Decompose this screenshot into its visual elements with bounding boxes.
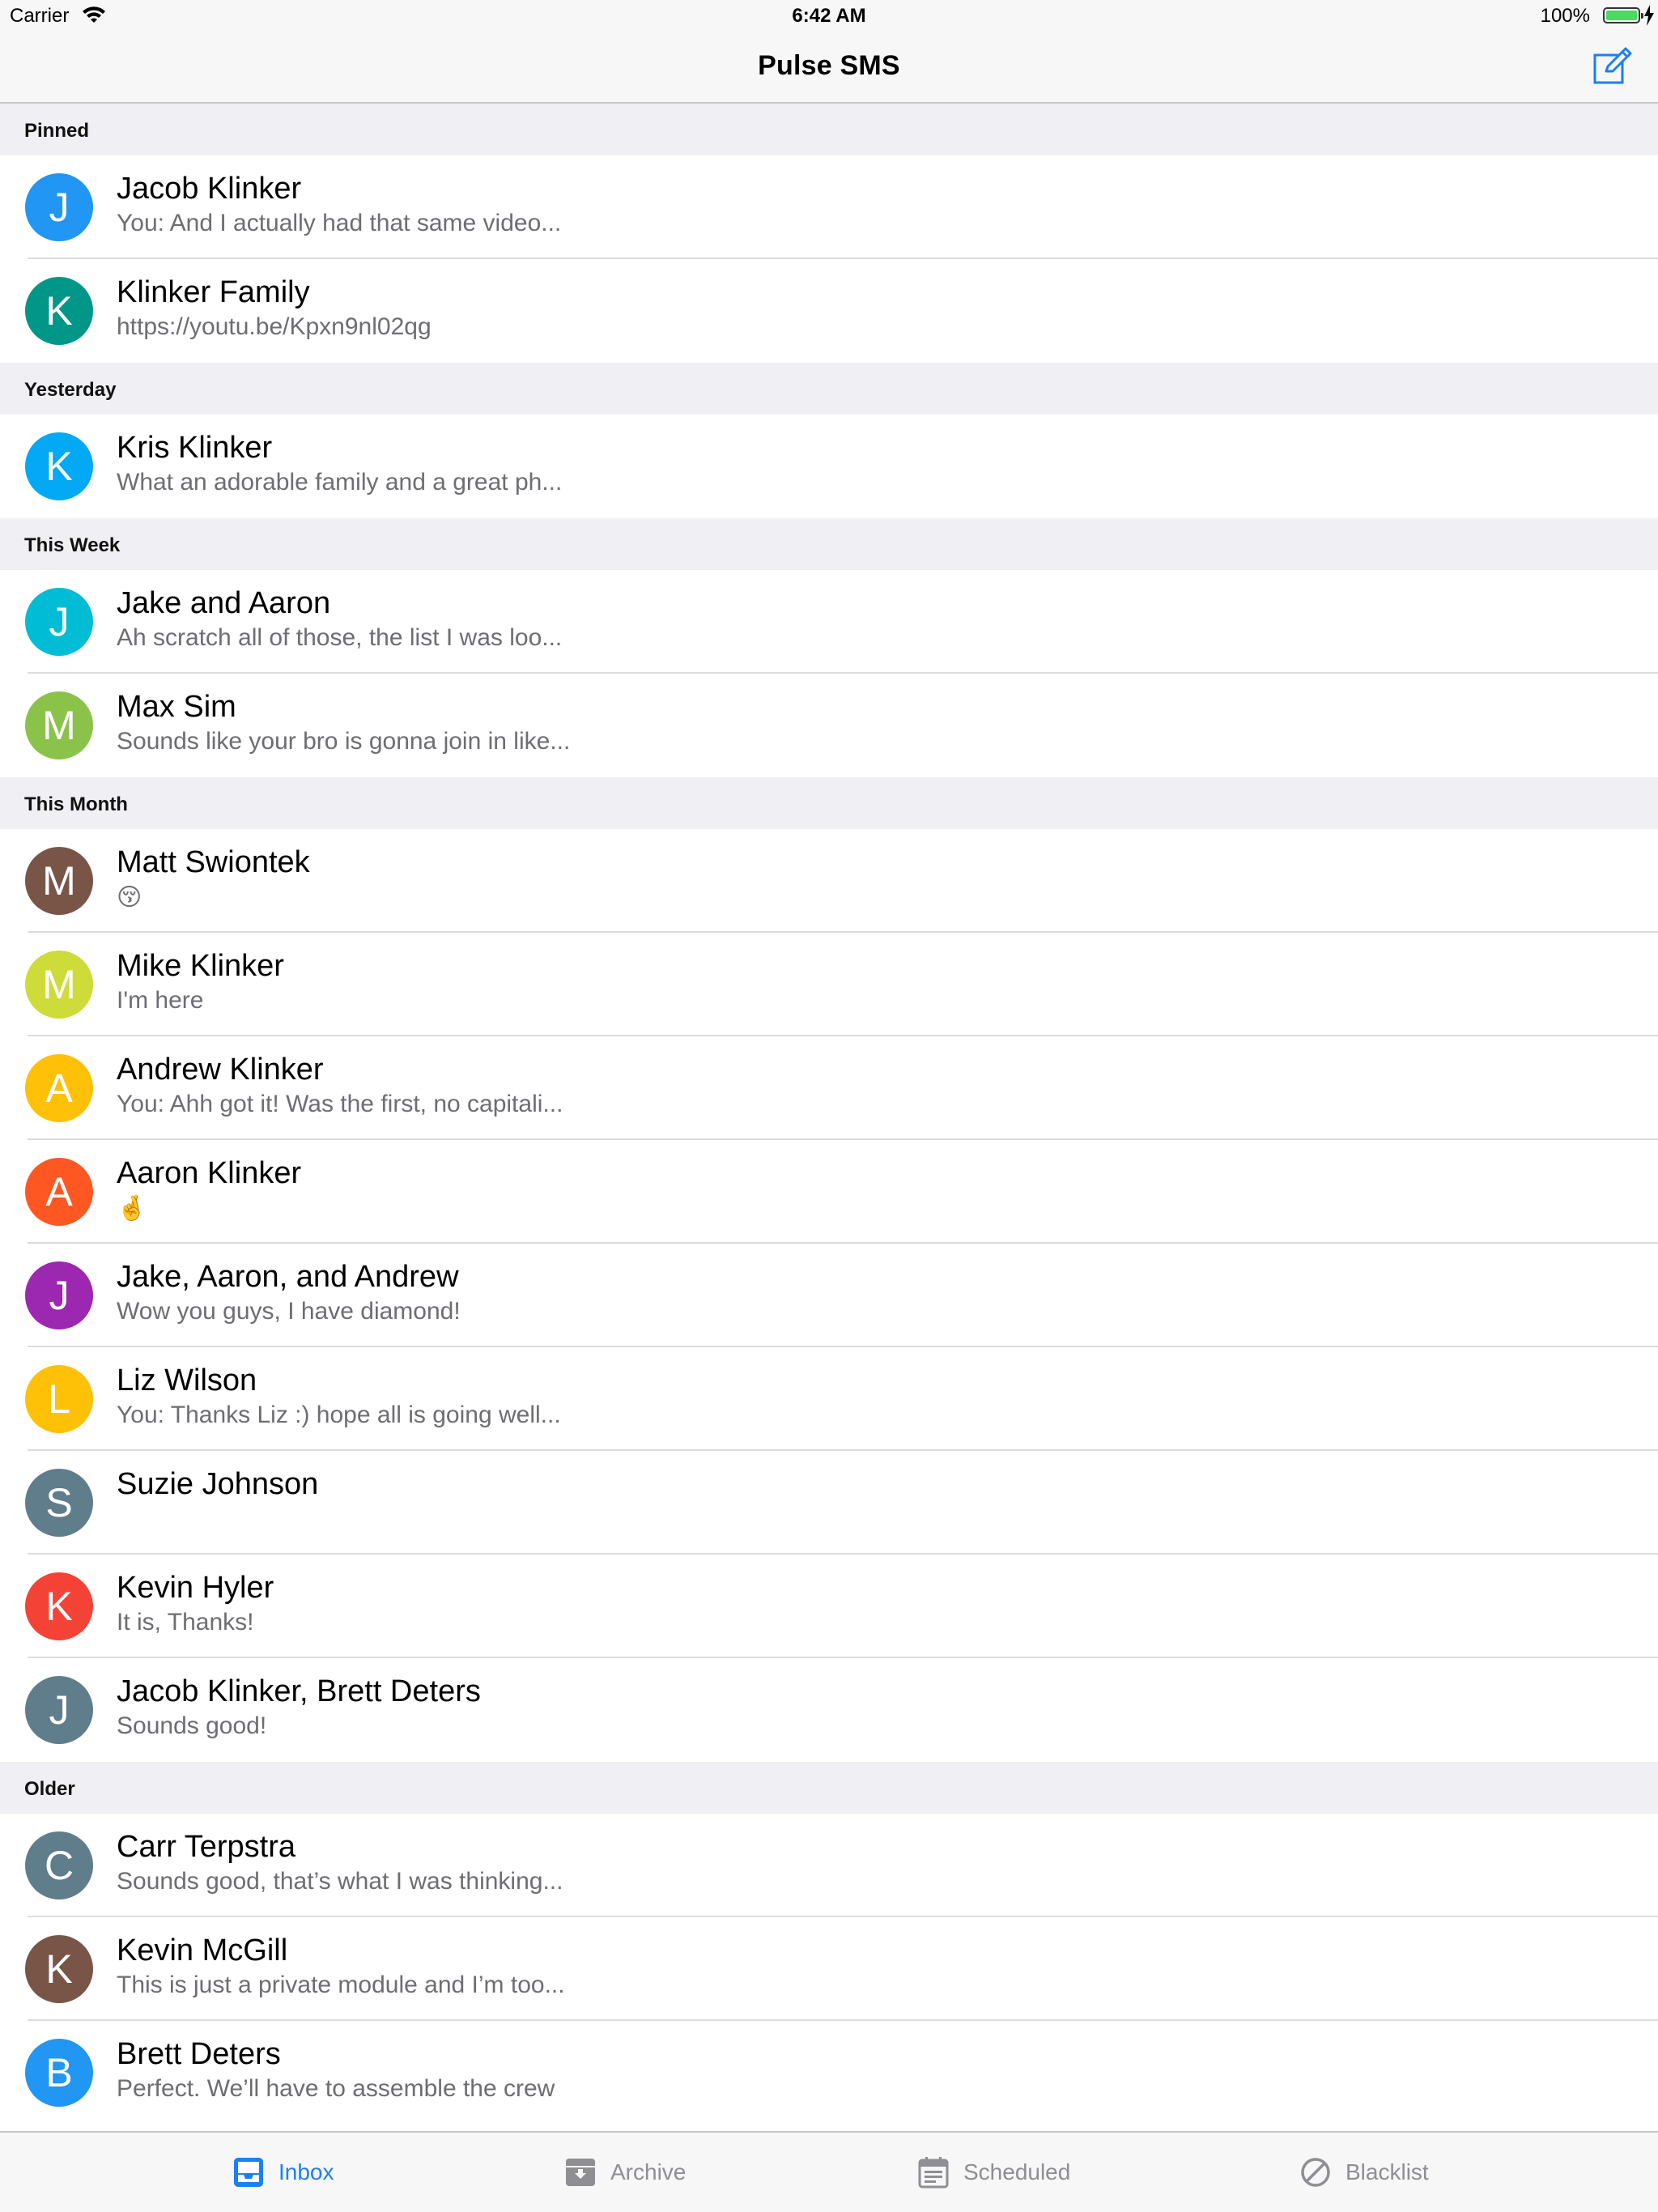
page-title: Pulse SMS [758, 50, 900, 81]
avatar: K [25, 432, 93, 500]
contact-name: Mike Klinker [117, 949, 284, 983]
avatar: M [25, 691, 93, 759]
tab-label-blacklist: Blacklist [1346, 2159, 1429, 2184]
tab-label-archive: Archive [610, 2159, 687, 2184]
conversation-row[interactable]: K Klinker Family https://youtu.be/Kpxn9nl0… [0, 259, 1658, 363]
contact-name: Max Sim [117, 690, 236, 724]
conversation-row[interactable]: J Jake, Aaron, and Andrew Wow you guys, I … [0, 1244, 1658, 1347]
contact-name: Andrew Klinker [117, 1053, 324, 1087]
contact-name: Jacob Klinker [117, 172, 302, 206]
contact-name: Jake and Aaron [117, 586, 331, 620]
tab-scheduled[interactable]: Scheduled [916, 2133, 1070, 2212]
conversation-row[interactable]: K Kevin McGill This is just a private modu… [0, 1917, 1658, 2021]
conversation-row[interactable]: K Kevin Hyler It is, Thanks! [0, 1555, 1658, 1658]
tab-inbox[interactable]: Inbox [232, 2133, 334, 2212]
conversation-row[interactable]: A Aaron Klinker 🤞 [0, 1140, 1658, 1244]
conversation-list[interactable]: Pinned J Jacob Klinker You: And I actually … [0, 104, 1658, 2125]
contact-name: Liz Wilson [117, 1363, 257, 1397]
section-title: Older [24, 1778, 75, 1800]
contact-name: Carr Terpstra [117, 1830, 296, 1864]
avatar: K [25, 1935, 93, 2003]
charging-icon [1644, 5, 1654, 26]
contact-name: Aaron Klinker [117, 1156, 302, 1190]
message-snippet: Perfect. We’ll have to assemble the crew [117, 2075, 555, 2102]
avatar: J [25, 173, 93, 241]
inbox-icon [234, 2158, 263, 2187]
contact-name: Brett Deters [117, 2037, 281, 2071]
avatar: K [25, 277, 93, 345]
conversation-row[interactable]: M Max Sim Sounds like your bro is gonna jo… [0, 674, 1658, 777]
contact-name: Suzie Johnson [117, 1467, 319, 1501]
contact-name: Klinker Family [117, 275, 310, 309]
conversation-row[interactable]: S Suzie Johnson [0, 1451, 1658, 1555]
message-snippet: Sounds good, that’s what I was thinking.… [117, 1868, 563, 1895]
message-snippet: https://youtu.be/Kpxn9nl02qg [117, 313, 432, 340]
conversation-row[interactable]: B Brett Deters Perfect. We’ll have to asse… [0, 2021, 1658, 2125]
section-title: This Month [24, 793, 128, 815]
message-snippet: I'm here [117, 987, 204, 1014]
tab-bar: Inbox Archive Scheduled Blacklist [0, 2131, 1658, 2212]
message-snippet: You: Thanks Liz :) hope all is going wel… [117, 1402, 561, 1428]
message-snippet: Sounds good! [117, 1712, 267, 1739]
message-snippet: This is just a private module and I’m to… [117, 1972, 565, 1998]
section-header: This Week [0, 518, 1658, 570]
contact-name: Kris Klinker [117, 431, 273, 465]
message-snippet: 🤞 [117, 1195, 147, 1222]
conversation-row[interactable]: M Mike Klinker I'm here [0, 933, 1658, 1036]
section-title: This Week [24, 534, 121, 556]
avatar: A [25, 1158, 93, 1226]
conversation-row[interactable]: J Jacob Klinker, Brett Deters Sounds good! [0, 1658, 1658, 1762]
tab-blacklist[interactable]: Blacklist [1299, 2133, 1429, 2212]
section-header: This Month [0, 777, 1658, 829]
message-snippet: Wow you guys, I have diamond! [117, 1298, 461, 1325]
status-bar: Carrier 6:42 AM 100% [0, 0, 1658, 32]
conversation-row[interactable]: J Jacob Klinker You: And I actually had th… [0, 155, 1658, 259]
message-snippet: You: And I actually had that same video.… [117, 210, 562, 236]
contact-name: Kevin Hyler [117, 1571, 274, 1605]
avatar: J [25, 1676, 93, 1744]
compose-icon[interactable] [1592, 45, 1634, 87]
avatar: M [25, 847, 93, 915]
status-time: 6:42 AM [792, 5, 866, 27]
contact-name: Kevin McGill [117, 1933, 288, 1967]
conversation-row[interactable]: M Matt Swiontek 😚 [0, 829, 1658, 933]
avatar: L [25, 1365, 93, 1433]
navigation-bar: Pulse SMS [0, 32, 1658, 104]
avatar: C [25, 1831, 93, 1899]
avatar: A [25, 1054, 93, 1122]
conversation-row[interactable]: K Kris Klinker What an adorable family and… [0, 415, 1658, 518]
battery-percent: 100% [1540, 5, 1590, 27]
contact-name: Matt Swiontek [117, 845, 310, 879]
conversation-row[interactable]: A Andrew Klinker You: Ahh got it! Was the … [0, 1036, 1658, 1140]
tab-label-inbox: Inbox [278, 2159, 334, 2184]
conversation-row[interactable]: C Carr Terpstra Sounds good, that’s what I… [0, 1814, 1658, 1917]
avatar: B [25, 2039, 93, 2107]
avatar: S [25, 1469, 93, 1537]
conversation-row[interactable]: L Liz Wilson You: Thanks Liz :) hope all i… [0, 1347, 1658, 1451]
section-title: Yesterday [24, 379, 117, 401]
message-snippet: Sounds like your bro is gonna join in li… [117, 728, 571, 755]
section-header: Pinned [0, 104, 1658, 155]
section-header: Older [0, 1762, 1658, 1814]
tab-archive[interactable]: Archive [563, 2133, 686, 2212]
avatar: K [25, 1572, 93, 1640]
conversation-row[interactable]: J Jake and Aaron Ah scratch all of those, … [0, 570, 1658, 674]
blocked-icon [1301, 2158, 1330, 2187]
message-snippet: It is, Thanks! [117, 1609, 254, 1636]
avatar: J [25, 588, 93, 656]
battery-icon [1603, 7, 1643, 23]
section-title: Pinned [24, 120, 90, 142]
contact-name: Jake, Aaron, and Andrew [117, 1260, 459, 1294]
message-snippet: What an adorable family and a great ph..… [117, 469, 563, 496]
message-snippet: Ah scratch all of those, the list I was … [117, 624, 563, 651]
tab-label-scheduled: Scheduled [963, 2159, 1071, 2184]
calendar-icon [918, 2157, 949, 2189]
avatar: M [25, 951, 93, 1019]
contact-name: Jacob Klinker, Brett Deters [117, 1674, 481, 1708]
archive-icon [566, 2159, 595, 2186]
message-snippet: 😚 [117, 884, 142, 911]
message-snippet: You: Ahh got it! Was the first, no capit… [117, 1091, 563, 1117]
avatar: J [25, 1261, 93, 1329]
section-header: Yesterday [0, 363, 1658, 415]
